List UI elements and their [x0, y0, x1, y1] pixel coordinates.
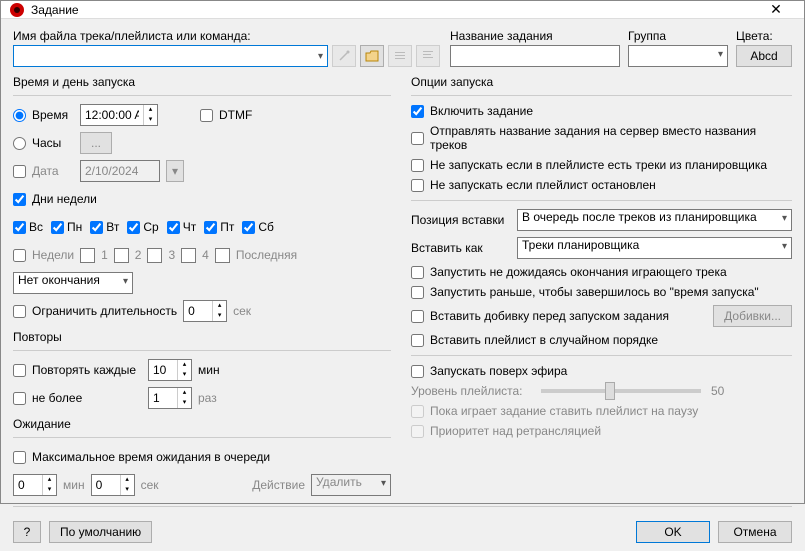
day-vt[interactable] — [90, 221, 103, 234]
day-sr[interactable] — [127, 221, 140, 234]
filename-label: Имя файла трека/плейлиста или команда: — [13, 29, 440, 43]
min-label: мин — [198, 363, 220, 377]
pause-checkbox — [411, 405, 424, 418]
chevron-down-icon: ▾ — [318, 51, 323, 62]
group-select[interactable] — [628, 45, 728, 67]
repeat-every-spinner[interactable]: ▴▾ — [148, 359, 192, 381]
dtmf-label: DTMF — [219, 108, 252, 122]
date-label: Дата — [32, 164, 74, 178]
level-slider — [541, 389, 701, 393]
task-name-input[interactable] — [450, 45, 620, 67]
jingle-checkbox[interactable] — [411, 310, 424, 323]
day-pt[interactable] — [204, 221, 217, 234]
over-checkbox[interactable] — [411, 365, 424, 378]
priority-checkbox — [411, 425, 424, 438]
edit-button[interactable] — [416, 45, 440, 67]
filename-combo[interactable]: ▾ — [13, 45, 328, 67]
norun-tracks-checkbox[interactable] — [411, 159, 424, 172]
week-4 — [181, 248, 196, 263]
as-select[interactable]: Треки планировщика — [517, 237, 792, 259]
sec-label: сек — [233, 304, 251, 318]
as-label: Вставить как — [411, 241, 511, 255]
cancel-button[interactable]: Отмена — [718, 521, 792, 543]
times-label: раз — [198, 391, 217, 405]
repeat-group-title: Повторы — [13, 330, 391, 344]
ok-button[interactable]: OK — [636, 521, 710, 543]
group-label: Группа — [628, 29, 728, 43]
wait-min-spinner[interactable]: ▴▾ — [13, 474, 57, 496]
time-radio[interactable] — [13, 109, 26, 122]
action-label: Действие — [252, 478, 305, 492]
repeat-every-label: Повторять каждые — [32, 363, 142, 377]
weeks-label: Недели — [32, 248, 74, 262]
close-button[interactable]: ✕ — [756, 1, 796, 18]
time-label: Время — [32, 108, 74, 122]
titlebar: Задание ✕ — [1, 1, 804, 19]
date-input — [80, 160, 160, 182]
wait-group-title: Ожидание — [13, 417, 391, 431]
list-button[interactable] — [388, 45, 412, 67]
nomore-checkbox[interactable] — [13, 392, 26, 405]
action-select: Удалить — [311, 474, 391, 496]
week-last — [215, 248, 230, 263]
limit-label: Ограничить длительность — [32, 304, 177, 318]
day-cht[interactable] — [167, 221, 180, 234]
colors-label: Цвета: — [736, 29, 792, 43]
colors-button[interactable]: Abcd — [736, 45, 792, 67]
ending-select[interactable]: Нет окончания — [13, 272, 133, 294]
week-2 — [114, 248, 129, 263]
task-name-label: Название задания — [450, 29, 620, 43]
shuffle-checkbox[interactable] — [411, 334, 424, 347]
window-title: Задание — [31, 3, 756, 17]
early-checkbox[interactable] — [411, 286, 424, 299]
week-1 — [80, 248, 95, 263]
nomore-label: не более — [32, 391, 142, 405]
dow-label: Дни недели — [32, 192, 97, 206]
norun-stopped-checkbox[interactable] — [411, 179, 424, 192]
help-button[interactable]: ? — [13, 521, 41, 543]
maxwait-label: Максимальное время ожидания в очереди — [32, 450, 270, 464]
level-label: Уровень плейлиста: — [411, 384, 531, 398]
date-checkbox[interactable] — [13, 165, 26, 178]
launch-group-title: Опции запуска — [411, 75, 792, 89]
wait-sec-spinner[interactable]: ▴▾ — [91, 474, 135, 496]
day-vs[interactable] — [13, 221, 26, 234]
wand-button[interactable] — [332, 45, 356, 67]
limit-spinner[interactable]: ▴▾ — [183, 300, 227, 322]
pos-select[interactable]: В очередь после треков из планировщика — [517, 209, 792, 231]
hours-button[interactable]: ... — [80, 132, 112, 154]
dtmf-checkbox[interactable] — [200, 109, 213, 122]
folder-button[interactable] — [360, 45, 384, 67]
weeks-checkbox[interactable] — [13, 249, 26, 262]
level-value: 50 — [711, 384, 724, 398]
repeat-every-checkbox[interactable] — [13, 364, 26, 377]
default-button[interactable]: По умолчанию — [49, 521, 152, 543]
jingles-button[interactable]: Добивки... — [713, 305, 792, 327]
enable-checkbox[interactable] — [411, 105, 424, 118]
hours-radio[interactable] — [13, 137, 26, 150]
date-dropdown: ▾ — [166, 160, 184, 182]
time-spinner[interactable]: ▴▾ — [80, 104, 158, 126]
nowait-checkbox[interactable] — [411, 266, 424, 279]
send-name-checkbox[interactable] — [411, 132, 424, 145]
time-group-title: Время и день запуска — [13, 75, 391, 89]
pos-label: Позиция вставки — [411, 213, 511, 227]
app-icon — [9, 2, 25, 18]
limit-checkbox[interactable] — [13, 305, 26, 318]
hours-label: Часы — [32, 136, 74, 150]
dow-checkbox[interactable] — [13, 193, 26, 206]
day-pn[interactable] — [51, 221, 64, 234]
week-3 — [147, 248, 162, 263]
nomore-spinner[interactable]: ▴▾ — [148, 387, 192, 409]
maxwait-checkbox[interactable] — [13, 451, 26, 464]
day-sb[interactable] — [242, 221, 255, 234]
